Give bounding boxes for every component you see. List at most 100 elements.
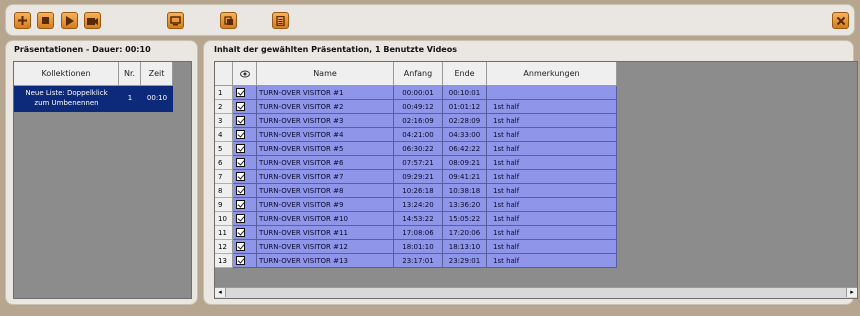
video-note: 1st half [487,142,617,156]
video-start: 02:16:09 [394,114,443,128]
video-start: 04:21:00 [394,128,443,142]
document-button[interactable] [272,12,289,29]
table-row[interactable]: TURN-OVER VISITOR #9 13:24:20 13:36:20 1st … [233,198,617,212]
visible-checkbox[interactable] [236,242,245,251]
video-end: 09:41:21 [443,170,487,184]
visible-cell [233,184,257,198]
video-start: 23:17:01 [394,254,443,268]
row-number[interactable]: 4 [215,128,233,142]
visible-checkbox[interactable] [236,256,245,265]
scroll-right-button[interactable]: ▸ [846,288,857,297]
content-panel: Inhalt der gewählten Präsentation, 1 Ben… [203,40,858,305]
col-notes-header[interactable]: Anmerkungen [487,62,617,86]
video-name: TURN-OVER VISITOR #4 [257,128,394,142]
play-button[interactable] [61,12,78,29]
visible-checkbox[interactable] [236,130,245,139]
col-visible-header[interactable] [233,62,257,86]
col-name-header[interactable]: Name [257,62,394,86]
row-number[interactable]: 1 [215,86,233,100]
video-name: TURN-OVER VISITOR #10 [257,212,394,226]
visible-cell [233,170,257,184]
row-number[interactable]: 13 [215,254,233,268]
video-start: 00:00:01 [394,86,443,100]
visible-checkbox[interactable] [236,116,245,125]
visible-checkbox[interactable] [236,102,245,111]
copy-button[interactable] [220,12,237,29]
visible-checkbox[interactable] [236,172,245,181]
col-end-header[interactable]: Ende [443,62,487,86]
row-number[interactable]: 2 [215,100,233,114]
table-row[interactable]: TURN-OVER VISITOR #1 00:00:01 00:10:01 [233,86,617,100]
presentations-panel: Präsentationen - Dauer: 00:10 Kollektion… [5,40,198,305]
video-name: TURN-OVER VISITOR #2 [257,100,394,114]
table-row[interactable]: TURN-OVER VISITOR #3 02:16:09 02:28:09 1st … [233,114,617,128]
table-row[interactable]: TURN-OVER VISITOR #6 07:57:21 08:09:21 1st … [233,156,617,170]
video-start: 00:49:12 [394,100,443,114]
visible-checkbox[interactable] [236,158,245,167]
video-note: 1st half [487,198,617,212]
video-note [487,86,617,100]
row-number[interactable]: 10 [215,212,233,226]
table-row[interactable]: TURN-OVER VISITOR #10 14:53:22 15:05:22 1st… [233,212,617,226]
visible-checkbox[interactable] [236,200,245,209]
table-row[interactable]: TURN-OVER VISITOR #11 17:08:06 17:20:06 1st… [233,226,617,240]
scroll-left-button[interactable]: ◂ [215,288,226,297]
presentations-grid: Kollektionen Nr. Zeit Neue Liste: Doppel… [13,61,192,299]
toolbar [5,4,855,36]
close-button[interactable] [832,12,849,29]
visible-checkbox[interactable] [236,214,245,223]
visible-checkbox[interactable] [236,144,245,153]
table-row[interactable]: TURN-OVER VISITOR #13 23:17:01 23:29:01 1st… [233,254,617,268]
video-name: TURN-OVER VISITOR #13 [257,254,394,268]
col-collections-header[interactable]: Kollektionen [14,62,119,86]
table-row[interactable]: TURN-OVER VISITOR #7 09:29:21 09:41:21 1st … [233,170,617,184]
visible-cell [233,198,257,212]
video-start: 13:24:20 [394,198,443,212]
video-end: 17:20:06 [443,226,487,240]
row-number[interactable]: 6 [215,156,233,170]
table-row[interactable]: TURN-OVER VISITOR #12 18:01:10 18:13:10 1st… [233,240,617,254]
horizontal-scrollbar[interactable]: ◂ ▸ [215,287,857,298]
visible-cell [233,156,257,170]
video-end: 00:10:01 [443,86,487,100]
monitor-icon [170,15,181,25]
table-row[interactable]: TURN-OVER VISITOR #4 04:21:00 04:33:00 1st … [233,128,617,142]
plus-icon [18,16,27,25]
video-end: 13:36:20 [443,198,487,212]
stop-button[interactable] [37,12,54,29]
table-row[interactable]: TURN-OVER VISITOR #8 10:26:18 10:38:18 1st … [233,184,617,198]
visible-checkbox[interactable] [236,88,245,97]
row-number[interactable]: 7 [215,170,233,184]
video-note: 1st half [487,156,617,170]
video-start: 10:26:18 [394,184,443,198]
video-end: 18:13:10 [443,240,487,254]
row-number[interactable]: 8 [215,184,233,198]
visible-checkbox[interactable] [236,228,245,237]
row-number[interactable]: 12 [215,240,233,254]
add-button[interactable] [14,12,31,29]
video-note: 1st half [487,212,617,226]
row-number[interactable]: 3 [215,114,233,128]
video-note: 1st half [487,114,617,128]
video-name: TURN-OVER VISITOR #11 [257,226,394,240]
row-number[interactable]: 11 [215,226,233,240]
col-start-header[interactable]: Anfang [394,62,443,86]
video-name: TURN-OVER VISITOR #7 [257,170,394,184]
col-nr-header[interactable]: Nr. [119,62,141,86]
table-row[interactable]: TURN-OVER VISITOR #5 06:30:22 06:42:22 1st … [233,142,617,156]
video-end: 10:38:18 [443,184,487,198]
row-number[interactable]: 9 [215,198,233,212]
col-time-header[interactable]: Zeit [141,62,173,86]
video-name: TURN-OVER VISITOR #12 [257,240,394,254]
visible-checkbox[interactable] [236,186,245,195]
eye-icon [239,70,250,77]
table-row[interactable]: TURN-OVER VISITOR #2 00:49:12 01:01:12 1st … [233,100,617,114]
presentation-row[interactable]: Neue Liste: Doppelklick zum Umbenennen 1… [14,86,173,112]
videos-button[interactable] [84,12,101,29]
row-number[interactable]: 5 [215,142,233,156]
video-note: 1st half [487,170,617,184]
monitor-button[interactable] [167,12,184,29]
video-start: 17:08:06 [394,226,443,240]
visible-cell [233,142,257,156]
visible-cell [233,114,257,128]
